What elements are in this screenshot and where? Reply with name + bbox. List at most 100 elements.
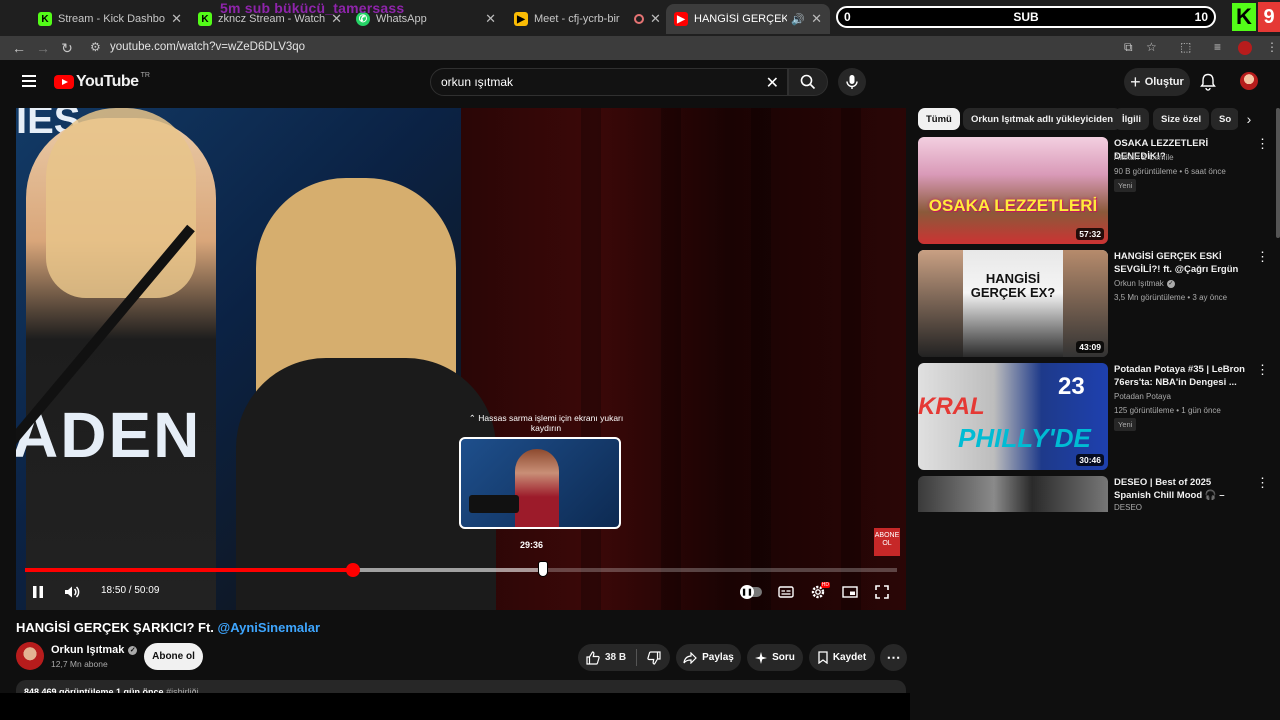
recommended-video[interactable]: OSAKA LEZZETLERİ 57:32 OSAKA LEZZETLERİ … [918, 137, 1269, 247]
youtube-logo[interactable]: YouTube TR [54, 72, 150, 91]
recommended-channel[interactable]: DESEO [1114, 503, 1142, 512]
ask-label: Soru [772, 652, 795, 663]
account-avatar[interactable] [1240, 72, 1258, 90]
video-thumbnail[interactable]: OSAKA LEZZETLERİ 57:32 [918, 137, 1108, 244]
video-thumbnail[interactable] [918, 476, 1108, 512]
clear-search-icon[interactable]: ✕ [766, 73, 779, 93]
notifications-bell-icon[interactable] [1200, 73, 1216, 91]
site-info-icon[interactable]: ⚙ [90, 40, 101, 54]
menu-icon[interactable] [22, 75, 36, 87]
miniplayer-button[interactable] [840, 582, 860, 602]
create-button[interactable]: + Oluştur [1124, 68, 1190, 96]
save-button[interactable]: Kaydet [809, 644, 875, 671]
menu-kebab-icon[interactable]: ⋮ [1266, 40, 1278, 54]
speaker-icon[interactable]: 🔊 [791, 13, 805, 26]
chip-for-you[interactable]: Size özel [1153, 108, 1210, 130]
subscribe-watermark[interactable]: ABONE OL [874, 528, 900, 556]
close-icon[interactable]: ✕ [485, 11, 496, 27]
browser-tab-meet[interactable]: ▶ Meet - cfj-ycrb-bir ✕ [506, 6, 666, 32]
settings-button[interactable]: HD [808, 582, 830, 602]
forward-icon[interactable]: → [34, 40, 52, 56]
video-title-mention[interactable]: @AyniSinemalar [218, 620, 321, 635]
volume-button[interactable] [62, 582, 82, 602]
recommended-video[interactable]: KRAL PHILLY'DE 23 30:46 Potadan Potaya #… [918, 363, 1269, 473]
dislike-button[interactable] [640, 644, 668, 671]
more-vertical-icon[interactable]: ⋮ [1256, 250, 1269, 263]
like-button[interactable]: 38 B [578, 644, 634, 671]
recommended-channel[interactable]: Potadan Potaya [1114, 392, 1171, 401]
recommended-video[interactable]: DESEO | Best of 2025 Spanish Chill Mood … [918, 476, 1268, 512]
ask-button[interactable]: Soru [747, 644, 803, 671]
channel-label[interactable]: Potadan Potaya [1114, 392, 1171, 401]
youtube-header: YouTube TR ✕ + Oluştur [0, 60, 1280, 106]
page-scrollbar[interactable] [1276, 108, 1280, 238]
microphone-icon [846, 75, 858, 89]
tab-label: Stream - Kick Dashboard [58, 13, 165, 25]
chip-related[interactable]: İlgili [1114, 108, 1149, 130]
recommended-title[interactable]: Potadan Potaya #35 | LeBron 76ers'ta: NB… [1114, 363, 1250, 389]
recommended-title[interactable]: HANGİSİ GERÇEK ESKİ SEVGİLİ?! ft. @Çağrı… [1114, 250, 1250, 276]
channel-label[interactable]: Atakan & Cemile [1114, 153, 1174, 162]
profile-avatar-icon[interactable] [1238, 41, 1252, 55]
thumbnail-text: OSAKA LEZZETLERİ [928, 196, 1098, 215]
like-divider [636, 649, 637, 666]
extensions-icon[interactable]: ⬚ [1180, 40, 1191, 54]
progress-scrubber[interactable] [345, 563, 360, 577]
close-icon[interactable]: ✕ [171, 11, 182, 27]
pause-button[interactable] [28, 582, 48, 602]
pause-icon [33, 586, 43, 598]
browser-tab-kick-dashboard[interactable]: K Stream - Kick Dashboard ✕ [30, 6, 190, 32]
share-icon [683, 651, 697, 664]
channel-label[interactable]: Orkun Işıtmak [1114, 279, 1164, 288]
video-thumbnail[interactable]: KRAL PHILLY'DE 23 30:46 [918, 363, 1108, 470]
video-player[interactable]: IES ADEN ⌃ Hassas sarma işlemi için ekra… [16, 108, 906, 610]
back-icon[interactable]: ← [10, 40, 28, 56]
search-input[interactable] [441, 75, 741, 89]
recommended-channel[interactable]: Orkun Işıtmak ✓ [1114, 279, 1175, 288]
chip-more[interactable]: So [1211, 108, 1240, 130]
more-horizontal-icon: ⋯ [886, 649, 901, 665]
channel-name[interactable]: Orkun Işıtmak ✓ [51, 644, 138, 656]
seek-hint: ⌃ Hassas sarma işlemi için ekranı yukarı… [468, 413, 624, 433]
voice-search-button[interactable] [838, 68, 866, 96]
chevron-right-icon[interactable]: › [1238, 108, 1260, 130]
chip-from-uploader[interactable]: Orkun Işıtmak adlı yükleyiciden [963, 108, 1122, 130]
url-field[interactable]: youtube.com/watch?v=wZeD6DLV3qo [110, 41, 305, 53]
volume-icon [65, 586, 80, 598]
install-icon[interactable]: ⧉ [1124, 40, 1133, 55]
recommended-title[interactable]: DESEO | Best of 2025 Spanish Chill Mood … [1114, 476, 1250, 503]
video-thumbnail[interactable]: HANGİSİ GERÇEK EX? 43:09 [918, 250, 1108, 357]
channel-name-text[interactable]: Orkun Işıtmak [51, 644, 124, 656]
bookmark-star-icon[interactable]: ☆ [1146, 40, 1157, 54]
more-actions-button[interactable]: ⋯ [880, 644, 907, 671]
meet-icon: ▶ [514, 12, 528, 26]
close-icon[interactable]: ✕ [811, 11, 822, 27]
recommended-video[interactable]: HANGİSİ GERÇEK EX? 43:09 HANGİSİ GERÇEK … [918, 250, 1269, 360]
search-button[interactable] [788, 68, 828, 96]
seek-preview-time: 29:36 [520, 540, 544, 550]
new-badge: Yeni [1114, 179, 1137, 192]
autoplay-toggle[interactable]: ❚❚ [740, 582, 762, 602]
more-vertical-icon[interactable]: ⋮ [1256, 363, 1269, 376]
recommended-channel[interactable]: Atakan & Cemile [1114, 153, 1174, 162]
channel-avatar[interactable] [16, 642, 44, 670]
reload-icon[interactable]: ↻ [58, 40, 76, 57]
more-vertical-icon[interactable]: ⋮ [1256, 137, 1269, 150]
youtube-icon: ▶ [674, 12, 688, 26]
duration-badge: 57:32 [1076, 228, 1104, 240]
verified-check-icon: ✓ [1166, 279, 1175, 288]
more-vertical-icon[interactable]: ⋮ [1256, 476, 1268, 489]
browser-tab-youtube[interactable]: ▶ HANGİSİ GERÇEK ŞARKICI? 🔊 ✕ [666, 4, 830, 34]
filter-chips: Tümü Orkun Işıtmak adlı yükleyiciden İlg… [918, 108, 1258, 130]
progress-bar[interactable] [25, 563, 897, 577]
subtitles-button[interactable] [776, 582, 796, 602]
close-icon[interactable]: ✕ [650, 11, 661, 27]
recommended-meta: 3,5 Mn görüntüleme • 3 ay önce [1114, 293, 1228, 302]
fullscreen-button[interactable] [872, 582, 892, 602]
subscribe-button[interactable]: Abone ol [144, 643, 203, 670]
share-button[interactable]: Paylaş [676, 644, 741, 671]
chip-all[interactable]: Tümü [918, 108, 960, 130]
time-display: 18:50 / 50:09 [101, 585, 160, 596]
channel-label[interactable]: DESEO [1114, 503, 1142, 512]
media-control-icon[interactable]: ≡ [1214, 40, 1221, 54]
